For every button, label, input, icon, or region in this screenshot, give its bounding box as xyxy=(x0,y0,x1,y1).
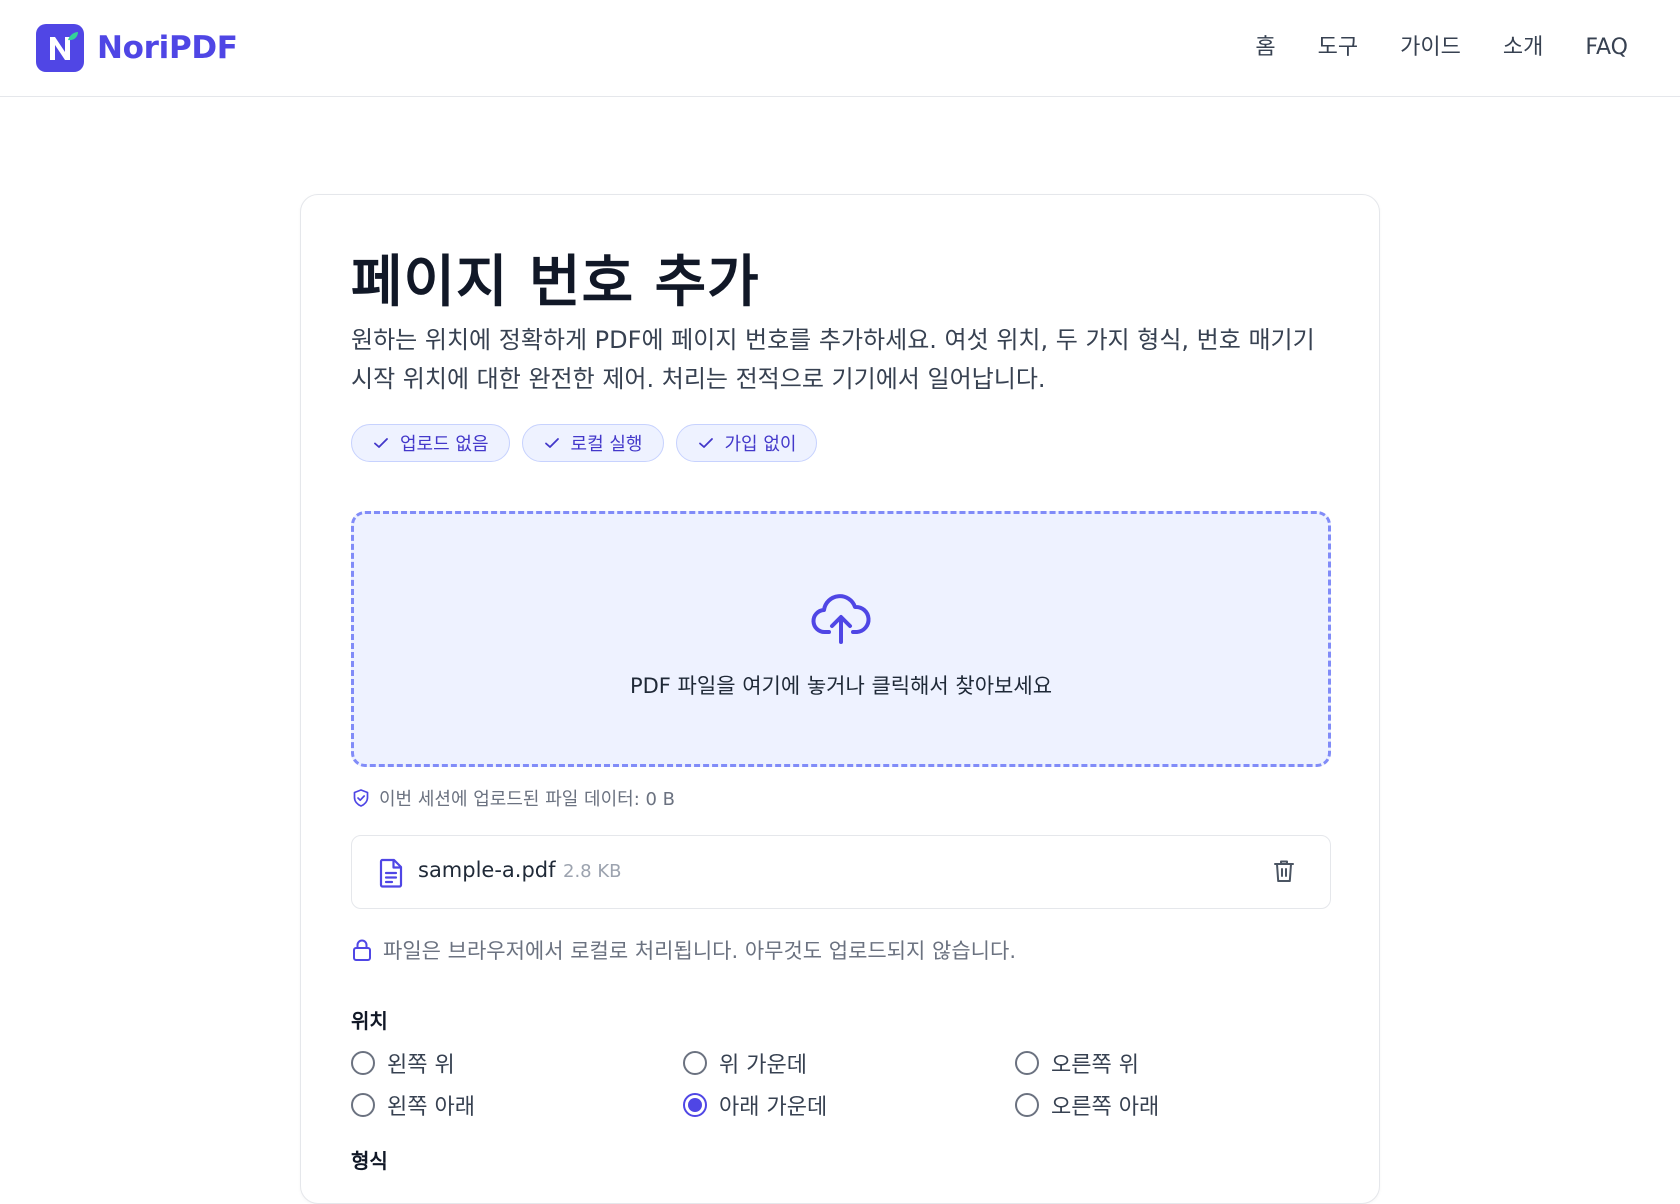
file-size: 2.8 KB xyxy=(563,861,622,882)
page-description: 원하는 위치에 정확하게 PDF에 페이지 번호를 추가하세요. 여섯 위치, … xyxy=(351,326,1315,393)
nav-guide[interactable]: 가이드 xyxy=(1400,30,1461,66)
position-bottom-right[interactable]: 오른쪽 아래 xyxy=(1015,1089,1159,1121)
logo-text: NoriPDF xyxy=(97,30,238,66)
radio-label: 위 가운데 xyxy=(719,1053,807,1078)
page-title: 페이지 번호 추가 xyxy=(351,250,760,315)
shield-check-icon xyxy=(353,789,369,807)
check-icon xyxy=(374,438,388,448)
nav-home[interactable]: 홈 xyxy=(1255,30,1275,66)
cloud-upload-icon xyxy=(811,594,871,644)
logo-icon xyxy=(36,24,84,72)
position-top-right[interactable]: 오른쪽 위 xyxy=(1015,1047,1139,1079)
dropzone-text: PDF 파일을 여기에 놓거나 클릭해서 찾아보세요 xyxy=(629,674,1053,698)
nav-tools[interactable]: 도구 xyxy=(1318,30,1358,66)
badge-label: 업로드 없음 xyxy=(400,434,489,455)
file-name: sample-a.pdf xyxy=(418,858,556,882)
local-processing-note: 파일은 브라우저에서 로컬로 처리됩니다. 아무것도 업로드되지 않습니다. xyxy=(351,935,1016,965)
badge-local-run: 로컬 실행 xyxy=(521,424,664,462)
badge-no-signup: 가입 없이 xyxy=(675,424,818,462)
position-top-left[interactable]: 왼쪽 위 xyxy=(351,1047,455,1079)
radio-label: 아래 가운데 xyxy=(719,1095,828,1120)
radio-label: 오른쪽 위 xyxy=(1051,1053,1139,1078)
badge-label: 가입 없이 xyxy=(724,434,797,455)
tool-card: 페이지 번호 추가 원하는 위치에 정확하게 PDF에 페이지 번호를 추가하세… xyxy=(300,194,1380,1204)
radio-label: 오른쪽 아래 xyxy=(1051,1095,1160,1120)
radio-label: 왼쪽 아래 xyxy=(387,1095,475,1120)
check-icon xyxy=(544,438,559,448)
position-label: 위치 xyxy=(351,1009,388,1033)
radio-circle[interactable] xyxy=(351,1093,375,1117)
file-row: sample-a.pdf 2.8 KB xyxy=(351,835,1331,909)
nav-faq[interactable]: FAQ xyxy=(1585,30,1628,66)
radio-circle[interactable] xyxy=(351,1051,375,1075)
file-text-icon xyxy=(379,858,403,888)
radio-label: 왼쪽 위 xyxy=(387,1053,455,1078)
badge-label: 로컬 실행 xyxy=(570,434,643,455)
local-note-text: 파일은 브라우저에서 로컬로 처리됩니다. 아무것도 업로드되지 않습니다. xyxy=(383,939,1016,963)
trash-icon xyxy=(1274,860,1294,882)
session-info-text: 이번 세션에 업로드된 파일 데이터: 0 B xyxy=(379,789,676,810)
position-bottom-center[interactable]: 아래 가운데 xyxy=(683,1089,827,1121)
badge-no-upload: 업로드 없음 xyxy=(351,424,510,462)
radio-circle[interactable] xyxy=(1015,1051,1039,1075)
radio-circle-selected[interactable] xyxy=(683,1093,707,1117)
logo-link[interactable]: NoriPDF xyxy=(36,24,238,72)
site-header: NoriPDF 홈 도구 가이드 소개 FAQ xyxy=(0,0,1680,97)
feature-badges: 업로드 없음 로컬 실행 가입 없이 xyxy=(351,424,818,462)
check-icon xyxy=(698,438,713,448)
nav-about[interactable]: 소개 xyxy=(1503,30,1543,66)
radio-circle[interactable] xyxy=(683,1051,707,1075)
main-nav: 홈 도구 가이드 소개 FAQ xyxy=(1255,30,1628,66)
lock-icon xyxy=(353,939,371,961)
radio-circle[interactable] xyxy=(1015,1093,1039,1117)
position-bottom-left[interactable]: 왼쪽 아래 xyxy=(351,1089,475,1121)
pdf-dropzone[interactable]: PDF 파일을 여기에 놓거나 클릭해서 찾아보세요 xyxy=(351,511,1331,767)
delete-file-button[interactable] xyxy=(1272,858,1296,888)
position-top-center[interactable]: 위 가운데 xyxy=(683,1047,807,1079)
session-upload-info: 이번 세션에 업로드된 파일 데이터: 0 B xyxy=(351,785,675,811)
